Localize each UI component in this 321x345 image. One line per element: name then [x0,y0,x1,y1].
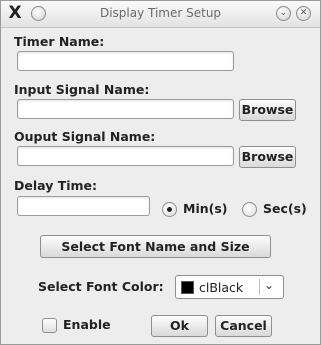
minimize-button[interactable]: ⌄ [276,6,291,21]
enable-label[interactable]: Enable [63,317,111,332]
input-signal-browse-button[interactable]: Browse [239,99,296,121]
chevron-down-icon: ⌄ [279,8,288,18]
input-signal-input[interactable] [17,99,234,119]
font-color-select[interactable]: clBlack ⌄ [175,275,284,299]
timer-name-label: Timer Name: [14,34,105,49]
chevron-down-icon: ⌄ [264,278,275,292]
minutes-radio[interactable] [162,202,177,217]
font-color-label: Select Font Color: [38,279,164,294]
timer-name-input[interactable] [17,51,234,71]
seconds-radio[interactable] [242,202,257,217]
font-color-value: clBlack [199,280,244,295]
close-button[interactable]: ✕ [296,6,311,21]
delay-time-label: Delay Time: [14,178,98,193]
combo-separator [259,279,260,295]
output-signal-browse-button[interactable]: Browse [239,146,296,168]
cancel-button[interactable]: Cancel [215,315,272,337]
radio-selected-dot [167,207,172,212]
select-font-button[interactable]: Select Font Name and Size [40,235,271,258]
output-signal-input[interactable] [17,146,234,166]
close-icon: ✕ [299,8,308,18]
output-signal-label: Ouput Signal Name: [14,129,156,144]
ok-button[interactable]: Ok [151,315,208,337]
minutes-radio-label[interactable]: Min(s) [183,201,228,216]
delay-time-input[interactable] [17,196,150,216]
title-bar[interactable]: X Display Timer Setup ⌄ ✕ [1,1,320,28]
color-swatch [181,281,194,294]
display-timer-setup-dialog: X Display Timer Setup ⌄ ✕ Timer Name: In… [0,0,321,345]
window-title: Display Timer Setup [99,6,222,20]
input-signal-label: Input Signal Name: [14,82,150,97]
seconds-radio-label[interactable]: Sec(s) [263,201,307,216]
enable-checkbox[interactable] [42,318,57,333]
